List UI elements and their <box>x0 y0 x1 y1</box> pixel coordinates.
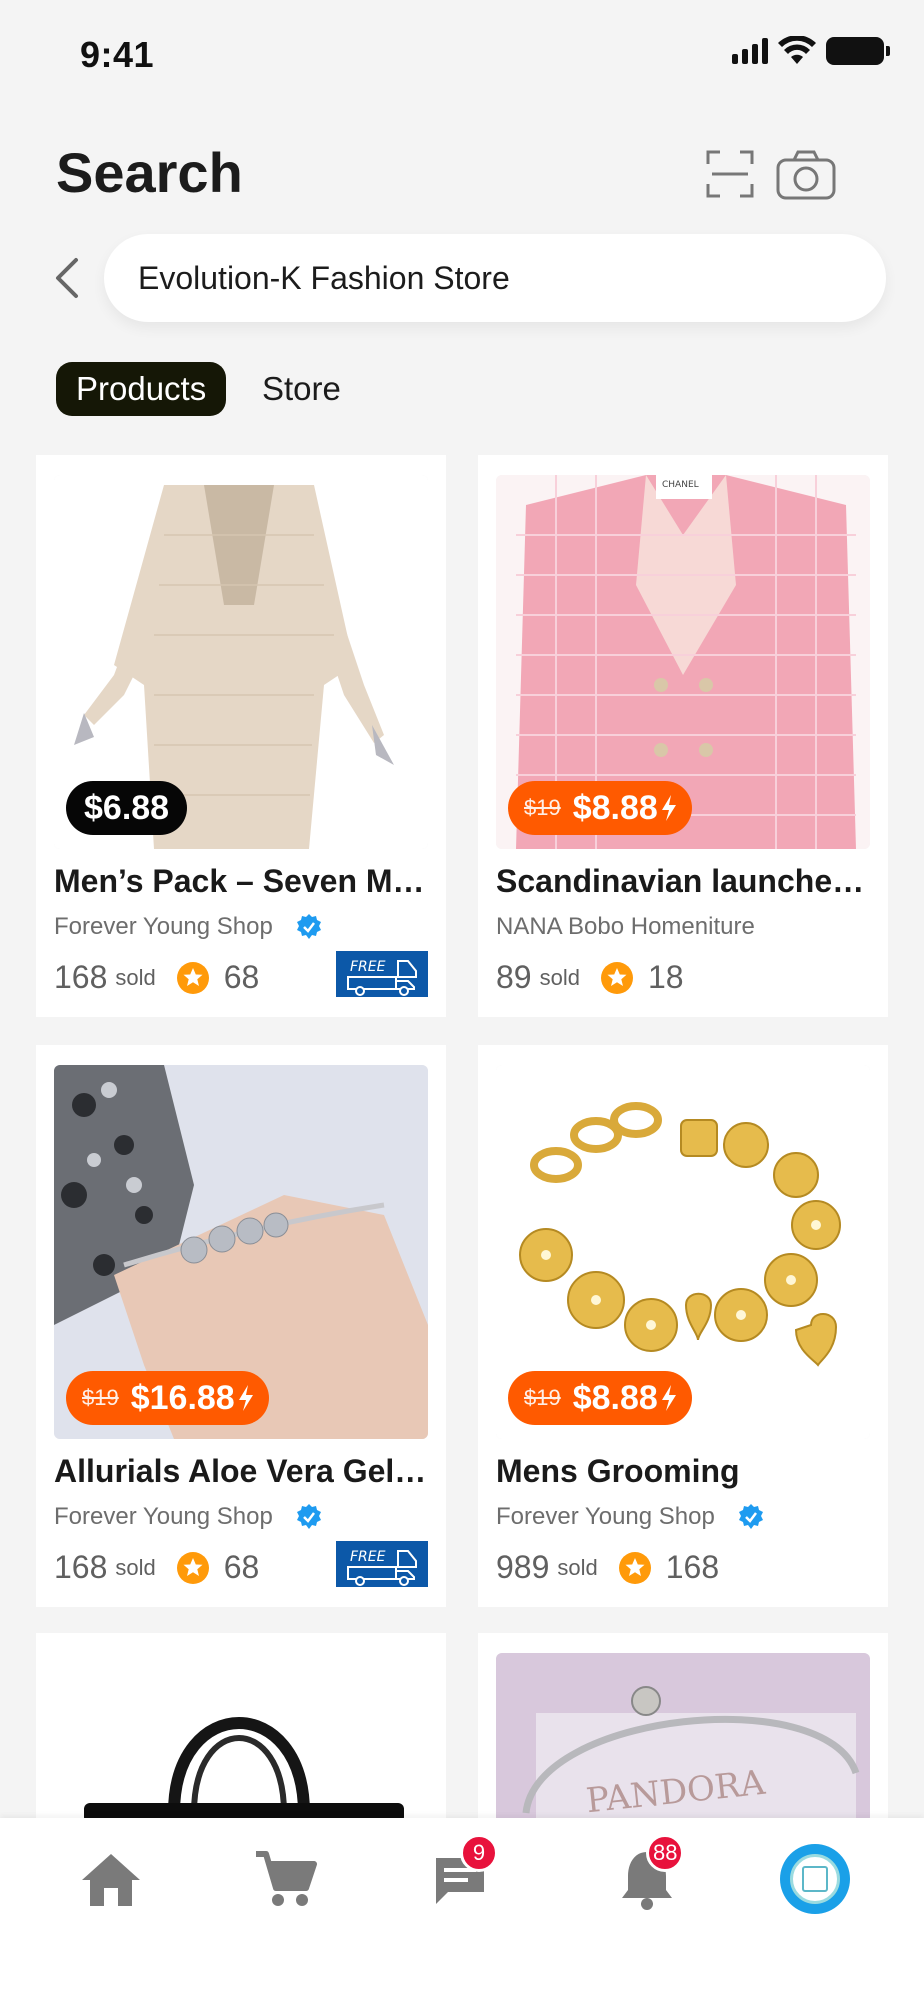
product-card[interactable]: CHANEL $19 $8.88 Scandinavian launches .… <box>478 455 888 1017</box>
flash-sale-icon <box>661 795 676 821</box>
verified-icon <box>296 914 321 939</box>
avatar-image <box>790 1854 840 1904</box>
product-card[interactable]: $19 $8.88 Mens Grooming Forever Young Sh… <box>478 1045 888 1607</box>
product-card[interactable]: $6.88 Men’s Pack – Seven Min... Forever … <box>36 455 446 1017</box>
free-shipping-icon: FREE <box>336 1541 428 1587</box>
stats-row: 168 sold 68 <box>54 1549 259 1586</box>
sold-label: sold <box>539 964 580 990</box>
chat-button[interactable]: 9 <box>428 1834 498 1914</box>
back-icon[interactable] <box>48 252 88 304</box>
free-shipping-label: FREE <box>350 1549 386 1565</box>
search-bar[interactable] <box>104 234 886 322</box>
shop-name-row: Forever Young Shop <box>496 1503 765 1531</box>
price: $8.88 <box>572 1378 658 1417</box>
product-title: Men’s Pack – Seven Min... <box>54 863 432 899</box>
product-card[interactable] <box>36 1633 446 1823</box>
price-tag: $19 $8.88 <box>508 1371 692 1425</box>
price-tag: $19 $8.88 <box>508 781 692 835</box>
price: $8.88 <box>572 788 658 827</box>
page-title: Search <box>56 141 243 204</box>
tab-products[interactable]: Products <box>56 362 227 416</box>
old-price: $19 <box>524 795 561 820</box>
star-icon <box>176 1551 209 1584</box>
stats-row: 89 sold 18 <box>496 959 684 996</box>
status-bar: 9:41 <box>0 0 924 110</box>
scan-icon[interactable] <box>706 150 754 198</box>
product-image <box>54 1653 428 1823</box>
home-icon[interactable] <box>76 1844 146 1914</box>
image-label: CHANEL <box>662 480 699 490</box>
rating: 68 <box>223 959 260 995</box>
tab-store[interactable]: Store <box>262 362 341 416</box>
search-input[interactable] <box>138 259 886 297</box>
price: $16.88 <box>130 1378 235 1417</box>
sold-count: 168 <box>54 1549 108 1585</box>
shop-name: NANA Bobo Homeniture <box>496 913 755 940</box>
star-icon <box>600 961 633 994</box>
shop-name: Forever Young Shop <box>54 913 273 940</box>
notifications-button[interactable]: 88 <box>612 1834 685 1914</box>
price: $6.88 <box>84 788 170 827</box>
shop-name: Forever Young Shop <box>54 1503 273 1530</box>
rating: 18 <box>647 959 684 995</box>
signal-icon <box>732 38 768 64</box>
product-title: Allurials Aloe Vera Gel fo... <box>54 1453 432 1489</box>
product-image: $19 $16.88 <box>54 1065 428 1439</box>
rating: 68 <box>223 1549 260 1585</box>
rating: 168 <box>665 1549 720 1585</box>
old-price: $19 <box>524 1385 561 1410</box>
free-shipping-label: FREE <box>350 959 386 975</box>
shop-name-row: Forever Young Shop <box>54 1503 323 1531</box>
bottom-nav: 9 88 <box>0 1818 924 1998</box>
sold-label: sold <box>557 1554 598 1580</box>
sold-label: sold <box>115 964 156 990</box>
sold-count: 89 <box>496 959 532 995</box>
flash-sale-icon <box>238 1385 253 1411</box>
product-image: CHANEL $19 $8.88 <box>496 475 870 849</box>
status-time: 9:41 <box>80 34 155 75</box>
battery-icon <box>826 37 890 65</box>
star-icon <box>618 1551 651 1584</box>
price-tag: $6.88 <box>66 781 188 835</box>
shop-name-row: Forever Young Shop <box>54 913 323 941</box>
product-card[interactable]: $19 $16.88 Allurials Aloe Vera Gel fo...… <box>36 1045 446 1607</box>
price-tag: $19 $16.88 <box>66 1371 269 1425</box>
free-shipping-icon: FREE <box>336 951 428 997</box>
status-icons <box>732 36 890 66</box>
old-price: $19 <box>82 1385 119 1410</box>
sold-count: 989 <box>496 1549 550 1585</box>
star-icon <box>176 961 209 994</box>
product-image: PANDORA <box>496 1653 870 1823</box>
verified-icon <box>296 1504 321 1529</box>
cart-icon[interactable] <box>250 1844 320 1914</box>
shop-name: Forever Young Shop <box>496 1503 715 1530</box>
product-card[interactable]: PANDORA <box>478 1633 888 1823</box>
sold-label: sold <box>115 1554 156 1580</box>
verified-icon <box>738 1504 763 1529</box>
product-image: $6.88 <box>54 475 428 849</box>
product-image: $19 $8.88 <box>496 1065 870 1439</box>
wifi-icon <box>778 36 816 64</box>
flash-sale-icon <box>661 1385 676 1411</box>
stats-row: 989 sold 168 <box>496 1549 719 1586</box>
stats-row: 168 sold 68 <box>54 959 259 996</box>
product-title: Scandinavian launches ... <box>496 863 874 899</box>
product-title: Mens Grooming <box>496 1453 740 1489</box>
avatar[interactable] <box>780 1844 850 1914</box>
chat-badge: 9 <box>460 1834 498 1872</box>
shop-name-row: NANA Bobo Homeniture <box>496 913 755 941</box>
camera-icon[interactable] <box>776 150 836 200</box>
sold-count: 168 <box>54 959 108 995</box>
